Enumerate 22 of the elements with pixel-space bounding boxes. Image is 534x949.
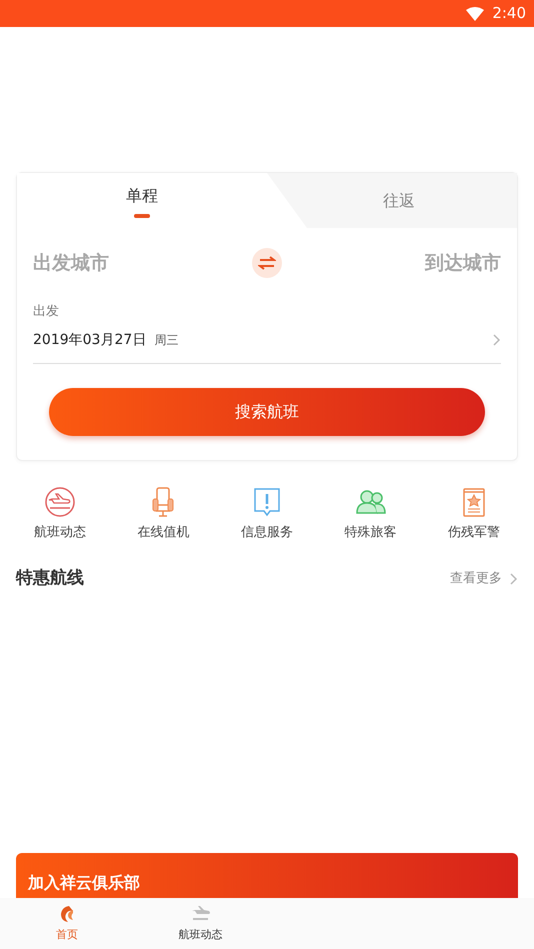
nav-tab[interactable]: 首页 [0,898,134,949]
date-value: 2019年03月27日 [33,330,146,350]
service-label[interactable]: 伤残军警 [448,522,500,542]
date-field[interactable]: 2019年03月27日 周三 [33,330,501,364]
section-title: 特惠航线 [16,567,84,590]
nav-tab[interactable]: 航班动态 [134,898,267,949]
swap-arrows-icon[interactable] [258,256,276,270]
swap-button[interactable] [252,248,282,278]
service-label[interactable]: 在线值机 [137,522,190,542]
clock-time: 2:40 [492,3,526,24]
wifi-icon [466,6,484,20]
banner-title: 加入祥云俱乐部 [28,873,140,892]
service-label[interactable]: 特殊旅客 [344,522,397,542]
search-flights-button[interactable]: 搜索航班 [49,388,485,436]
chevron-right-icon [510,572,518,585]
weekday-text: 周三 [154,332,178,348]
service-label[interactable]: 信息服务 [240,522,293,542]
view-more-link[interactable]: 查看更多 [450,569,502,588]
date-label: 出发 [33,303,60,321]
service-label[interactable]: 航班动态 [34,522,86,542]
chevron-right-icon [493,334,501,346]
airplane-icon[interactable] [42,484,77,518]
